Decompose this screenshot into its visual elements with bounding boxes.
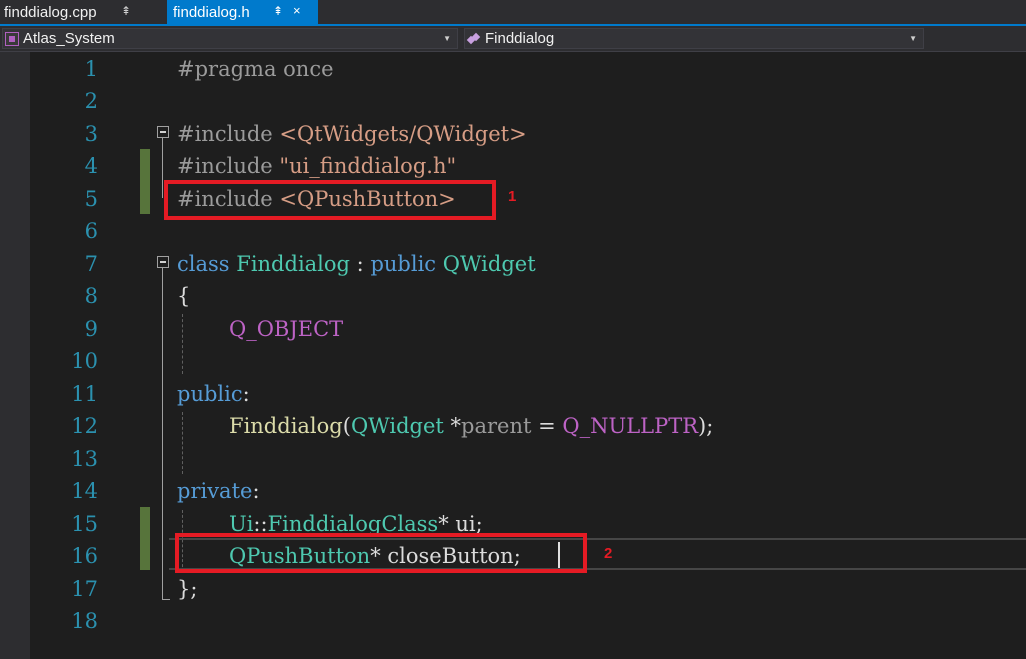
collapse-icon[interactable] xyxy=(157,256,169,268)
line-number: 14 xyxy=(71,479,98,503)
tab-label: finddialog.cpp xyxy=(4,3,97,21)
class-icon xyxy=(467,32,481,46)
line-number: 6 xyxy=(84,219,98,243)
annotation-box xyxy=(175,533,587,573)
outline-line xyxy=(162,138,163,198)
pin-icon[interactable]: ⇞ xyxy=(273,4,283,18)
code-line-14: private: xyxy=(177,479,260,503)
indent-guide xyxy=(182,314,183,374)
line-number: 13 xyxy=(71,447,98,471)
code-line-17: }; xyxy=(177,577,198,601)
line-number: 16 xyxy=(71,544,98,568)
code-line-11: public: xyxy=(177,382,250,406)
tab-bar: finddialog.cpp ⇞ finddialog.h ⇞ × xyxy=(0,0,1026,24)
class-dropdown[interactable]: Finddialog ▼ xyxy=(464,28,924,49)
line-number: 8 xyxy=(84,284,98,308)
line-number: 5 xyxy=(84,187,98,211)
line-number: 4 xyxy=(84,154,98,178)
chevron-down-icon[interactable]: ▼ xyxy=(443,34,451,43)
line-number: 10 xyxy=(71,349,98,373)
code-line-3: #include <QtWidgets/QWidget> xyxy=(177,122,527,146)
tab-finddialog-h[interactable]: finddialog.h ⇞ × xyxy=(167,0,318,24)
code-editor[interactable]: 1 2 3 4 5 6 7 8 9 10 11 12 13 14 15 16 1… xyxy=(0,52,1026,659)
line-number: 7 xyxy=(84,252,98,276)
glyph-margin xyxy=(0,52,30,659)
line-number: 12 xyxy=(71,414,98,438)
indent-guide xyxy=(182,412,183,474)
navigation-bar: Atlas_System ▼ Finddialog ▼ xyxy=(0,26,1026,52)
outline-line xyxy=(162,268,163,600)
close-icon[interactable]: × xyxy=(293,3,301,18)
line-number: 15 xyxy=(71,512,98,536)
chevron-down-icon[interactable]: ▼ xyxy=(909,34,917,43)
line-number: 17 xyxy=(71,577,98,601)
code-line-8: { xyxy=(177,284,191,308)
pin-icon[interactable]: ⇞ xyxy=(121,4,131,18)
project-name: Atlas_System xyxy=(23,30,115,47)
line-number: 11 xyxy=(71,382,98,406)
tab-label: finddialog.h xyxy=(173,3,250,21)
code-line-7: class Finddialog : public QWidget xyxy=(177,252,536,276)
project-icon xyxy=(5,31,19,46)
code-line-9: Q_OBJECT xyxy=(229,317,344,341)
line-number: 1 xyxy=(84,57,98,81)
line-number: 18 xyxy=(71,609,98,633)
annotation-box xyxy=(164,180,496,220)
change-indicator xyxy=(140,149,150,214)
class-name: Finddialog xyxy=(485,30,555,47)
change-indicator xyxy=(140,507,150,570)
project-dropdown[interactable]: Atlas_System ▼ xyxy=(2,28,458,49)
annotation-label: 2 xyxy=(604,545,613,562)
line-number: 3 xyxy=(84,122,98,146)
outline-end xyxy=(162,599,170,600)
annotation-label: 1 xyxy=(508,188,517,205)
line-number: 2 xyxy=(84,89,98,113)
line-number: 9 xyxy=(84,317,98,341)
code-line-1: #pragma once xyxy=(177,57,334,81)
code-line-4: #include "ui_finddialog.h" xyxy=(177,154,457,178)
code-line-12: Finddialog(QWidget *parent = Q_NULLPTR); xyxy=(229,414,714,438)
tab-finddialog-cpp[interactable]: finddialog.cpp ⇞ xyxy=(0,0,160,24)
collapse-icon[interactable] xyxy=(157,126,169,138)
